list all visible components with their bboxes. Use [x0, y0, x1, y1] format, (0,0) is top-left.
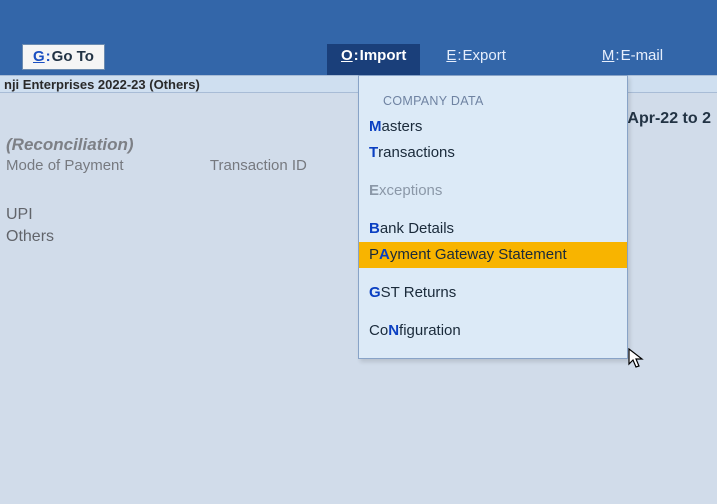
dropdown-section-header: COMPANY DATA: [359, 76, 627, 114]
col-transaction-id: Transaction ID: [210, 157, 307, 174]
menu-item-export[interactable]: E:Export: [432, 44, 520, 75]
dropdown-item-configuration[interactable]: CoNfiguration: [359, 318, 627, 344]
goto-label: Go To: [52, 48, 94, 65]
dropdown-item-payment-gateway-statement[interactable]: PAyment Gateway Statement: [359, 242, 627, 268]
period-label: Apr-22 to 2: [627, 110, 717, 128]
menu-item-e-mail[interactable]: M:E-mail: [588, 44, 677, 75]
goto-hotkey: G: [33, 48, 45, 65]
menu-item-import[interactable]: O:Import: [327, 44, 420, 75]
dropdown-item-masters[interactable]: Masters: [359, 114, 627, 140]
menu-strip: O:ImportE:ExportM:E-mailP:Pr: [327, 44, 717, 75]
dropdown-item-transactions[interactable]: Transactions: [359, 140, 627, 166]
dropdown-item-exceptions: Exceptions: [359, 178, 627, 204]
dropdown-item-bank-details[interactable]: Bank Details: [359, 216, 627, 242]
topbar: G:Go To O:ImportE:ExportM:E-mailP:Pr: [0, 0, 717, 75]
import-dropdown: COMPANY DATA MastersTransactions Exceptio…: [358, 75, 628, 359]
col-mode-of-payment: Mode of Payment: [6, 157, 206, 174]
goto-button[interactable]: G:Go To: [22, 44, 105, 70]
dropdown-item-gst-returns[interactable]: GST Returns: [359, 280, 627, 306]
